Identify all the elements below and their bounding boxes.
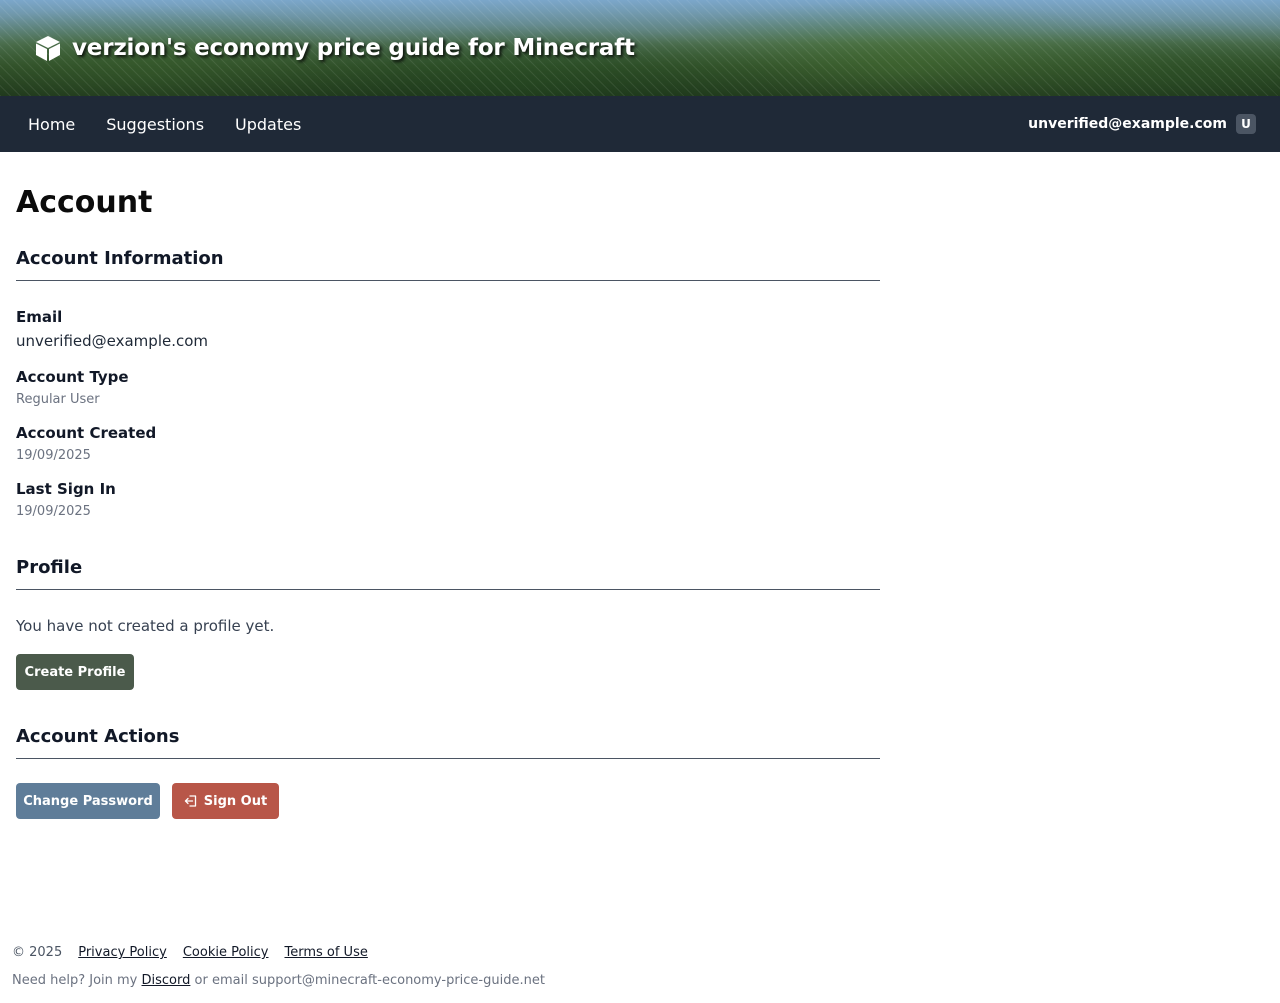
email-label: Email — [16, 308, 63, 326]
help-prefix: Need help? Join my — [12, 973, 138, 988]
profile-empty-message: You have not created a profile yet. — [16, 617, 275, 635]
cube-icon — [36, 36, 60, 61]
account-created-label: Account Created — [16, 424, 157, 442]
copyright: © 2025 — [12, 945, 63, 960]
section-divider — [16, 758, 880, 759]
privacy-policy-link[interactable]: Privacy Policy — [78, 945, 167, 960]
account-created-value: 19/09/2025 — [16, 448, 91, 463]
site-banner: verzion's economy price guide for Minecr… — [0, 0, 1280, 96]
last-sign-in-value: 19/09/2025 — [16, 504, 91, 519]
top-nav: Home Suggestions Updates unverified@exam… — [0, 96, 1280, 152]
help-suffix: or email support@minecraft-economy-price… — [194, 973, 545, 988]
cookie-policy-link[interactable]: Cookie Policy — [183, 945, 269, 960]
terms-of-use-link[interactable]: Terms of Use — [284, 945, 367, 960]
nav-link-suggestions[interactable]: Suggestions — [106, 115, 204, 134]
account-type-label: Account Type — [16, 368, 129, 386]
avatar[interactable]: U — [1236, 114, 1256, 134]
section-divider — [16, 280, 880, 281]
section-divider — [16, 589, 880, 590]
user-email[interactable]: unverified@example.com — [1028, 116, 1227, 132]
change-password-button[interactable]: Change Password — [16, 783, 160, 819]
page-title: Account — [16, 185, 153, 220]
account-actions-heading: Account Actions — [16, 726, 180, 747]
nav-links: Home Suggestions Updates — [28, 115, 332, 134]
discord-link[interactable]: Discord — [142, 973, 191, 988]
last-sign-in-label: Last Sign In — [16, 480, 116, 498]
account-type-value: Regular User — [16, 392, 100, 407]
user-menu[interactable]: unverified@example.com U — [1028, 114, 1256, 134]
footer-help: Need help? Join my Discord or email supp… — [12, 973, 545, 988]
sign-out-label: Sign Out — [203, 793, 268, 809]
email-value: unverified@example.com — [16, 332, 209, 350]
footer-links: © 2025 Privacy Policy Cookie Policy Term… — [12, 945, 384, 960]
site-brand[interactable]: verzion's economy price guide for Minecr… — [34, 31, 635, 65]
profile-heading: Profile — [16, 557, 83, 578]
nav-link-updates[interactable]: Updates — [235, 115, 301, 134]
sign-out-icon — [184, 795, 196, 807]
sign-out-button[interactable]: Sign Out — [172, 783, 279, 819]
create-profile-button[interactable]: Create Profile — [16, 654, 134, 690]
site-title: verzion's economy price guide for Minecr… — [72, 35, 635, 61]
account-info-heading: Account Information — [16, 248, 224, 269]
nav-link-home[interactable]: Home — [28, 115, 75, 134]
